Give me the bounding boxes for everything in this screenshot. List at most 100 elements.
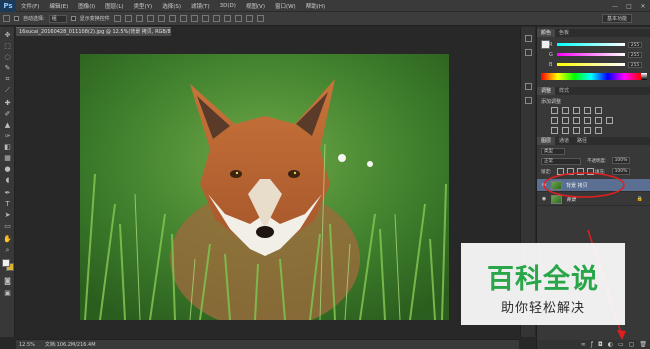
lock-transparent-icon[interactable] <box>557 168 564 175</box>
tab-adjustments[interactable]: 调整 <box>537 87 556 95</box>
marquee-tool-icon[interactable]: ⬚ <box>3 42 12 51</box>
eyedropper-tool-icon[interactable]: ⟋ <box>3 86 12 95</box>
delete-layer-icon[interactable]: 🗑 <box>639 341 647 348</box>
hue-saturation-icon[interactable] <box>551 117 558 124</box>
distribute-top-icon[interactable] <box>179 15 187 22</box>
distribute-middle-icon[interactable] <box>190 15 198 22</box>
blur-tool-icon[interactable]: ● <box>3 165 12 174</box>
screen-mode-icon[interactable]: ▣ <box>3 289 12 298</box>
channel-mixer-icon[interactable] <box>595 117 602 124</box>
tab-channels[interactable]: 通道 <box>555 137 573 145</box>
selective-color-icon[interactable] <box>595 127 602 134</box>
tab-layers[interactable]: 图层 <box>537 137 556 145</box>
layer-name[interactable]: 背景 拷贝 <box>566 182 588 189</box>
character-panel-icon[interactable] <box>525 83 532 90</box>
lock-pixels-icon[interactable] <box>567 168 574 175</box>
distribute-left-icon[interactable] <box>212 15 220 22</box>
new-group-icon[interactable]: ▭ <box>618 341 624 348</box>
add-mask-icon[interactable]: ◘ <box>598 341 603 348</box>
layer-style-icon[interactable]: ƒ <box>591 341 593 348</box>
properties-panel-icon[interactable] <box>525 49 532 56</box>
align-middle-icon[interactable] <box>124 15 132 22</box>
new-adjustment-layer-icon[interactable]: ◐ <box>608 341 613 348</box>
lock-all-icon[interactable] <box>587 168 594 175</box>
layer-name[interactable]: 背景 <box>566 196 576 203</box>
quick-mask-icon[interactable]: ◙ <box>3 277 12 286</box>
layer-row[interactable]: ◉ 背景 拷贝 <box>537 179 650 192</box>
vibrance-icon[interactable] <box>595 107 602 114</box>
foreground-background-colors[interactable] <box>2 259 14 271</box>
dodge-tool-icon[interactable]: ◖ <box>3 176 12 185</box>
clone-stamp-tool-icon[interactable]: ▲ <box>3 121 12 130</box>
history-brush-tool-icon[interactable]: ✑ <box>3 132 12 141</box>
posterize-icon[interactable] <box>562 127 569 134</box>
align-center-icon[interactable] <box>157 15 165 22</box>
menu-filter[interactable]: 滤镜(T) <box>186 2 215 10</box>
shape-tool-icon[interactable]: ▭ <box>3 222 12 231</box>
photo-filter-icon[interactable] <box>584 117 591 124</box>
visibility-eye-icon[interactable]: ◉ <box>540 182 548 188</box>
align-bottom-icon[interactable] <box>135 15 143 22</box>
menu-help[interactable]: 帮助(H) <box>301 2 330 10</box>
align-left-icon[interactable] <box>146 15 154 22</box>
link-layers-icon[interactable]: ∞ <box>581 341 586 348</box>
foreground-color-swatch[interactable] <box>2 259 10 267</box>
new-layer-icon[interactable]: ▢ <box>629 341 635 348</box>
menu-view[interactable]: 视图(V) <box>241 2 270 10</box>
tab-paths[interactable]: 路径 <box>573 137 591 145</box>
tab-swatches[interactable]: 色板 <box>555 29 573 37</box>
brush-tool-icon[interactable]: ✐ <box>3 110 12 119</box>
opacity-field[interactable]: 100% <box>612 157 630 164</box>
layer-kind-filter[interactable]: 类型 <box>541 148 565 155</box>
hand-tool-icon[interactable]: ✋ <box>3 235 12 244</box>
auto-align-icon[interactable] <box>245 15 253 22</box>
lasso-tool-icon[interactable]: ◌ <box>3 53 12 62</box>
blend-mode-dropdown[interactable]: 正常 <box>541 158 581 165</box>
visibility-eye-icon[interactable]: ◉ <box>540 196 548 202</box>
curves-icon[interactable] <box>573 107 580 114</box>
quick-select-tool-icon[interactable]: ✎ <box>3 64 12 73</box>
history-panel-icon[interactable] <box>525 35 532 42</box>
blue-value[interactable]: 255 <box>628 61 642 68</box>
type-tool-icon[interactable]: T <box>3 200 12 209</box>
align-right-icon[interactable] <box>168 15 176 22</box>
distribute-center-icon[interactable] <box>223 15 231 22</box>
workspace-dropdown[interactable]: 基本功能 <box>602 14 632 23</box>
minimize-button[interactable]: — <box>608 0 622 12</box>
document-tab[interactable]: 16sucai_20160428_011108(2).jpg @ 12.5%(背… <box>16 27 171 36</box>
black-white-ramp[interactable] <box>641 73 647 80</box>
gradient-tool-icon[interactable]: ▦ <box>3 154 12 163</box>
threshold-icon[interactable] <box>573 127 580 134</box>
menu-window[interactable]: 窗口(W) <box>270 2 301 10</box>
green-value[interactable]: 255 <box>628 51 642 58</box>
auto-select-dropdown[interactable]: 组 <box>48 14 67 23</box>
zoom-tool-icon[interactable]: ⌕ <box>3 246 12 255</box>
red-value[interactable]: 255 <box>628 41 642 48</box>
exposure-icon[interactable] <box>584 107 591 114</box>
menu-file[interactable]: 文件(F) <box>16 2 44 10</box>
color-balance-icon[interactable] <box>562 117 569 124</box>
invert-icon[interactable] <box>551 127 558 134</box>
path-selection-tool-icon[interactable]: ➤ <box>3 211 12 220</box>
black-white-icon[interactable] <box>573 117 580 124</box>
menu-edit[interactable]: 编辑(E) <box>44 2 73 10</box>
show-transform-checkbox[interactable] <box>70 16 76 21</box>
close-button[interactable]: ✕ <box>636 0 650 12</box>
distribute-bottom-icon[interactable] <box>201 15 209 22</box>
green-channel-slider[interactable]: G G 255 <box>541 51 647 58</box>
tab-styles[interactable]: 样式 <box>555 87 573 95</box>
maximize-button[interactable]: □ <box>622 0 636 12</box>
blue-channel-slider[interactable]: B B 255 <box>541 61 647 68</box>
lock-position-icon[interactable] <box>577 168 584 175</box>
levels-icon[interactable] <box>562 107 569 114</box>
brightness-contrast-icon[interactable] <box>551 107 558 114</box>
crop-tool-icon[interactable]: ⌗ <box>3 75 12 84</box>
menu-type[interactable]: 类型(Y) <box>129 2 158 10</box>
move-tool-preset-icon[interactable] <box>3 15 10 22</box>
document-info[interactable]: 文档:106.2M/216.4M <box>45 341 96 348</box>
gradient-map-icon[interactable] <box>584 127 591 134</box>
menu-image[interactable]: 图像(I) <box>73 2 100 10</box>
paragraph-panel-icon[interactable] <box>525 97 532 104</box>
color-spectrum-ramp[interactable] <box>541 73 641 80</box>
red-channel-slider[interactable]: R R 255 <box>541 41 647 48</box>
